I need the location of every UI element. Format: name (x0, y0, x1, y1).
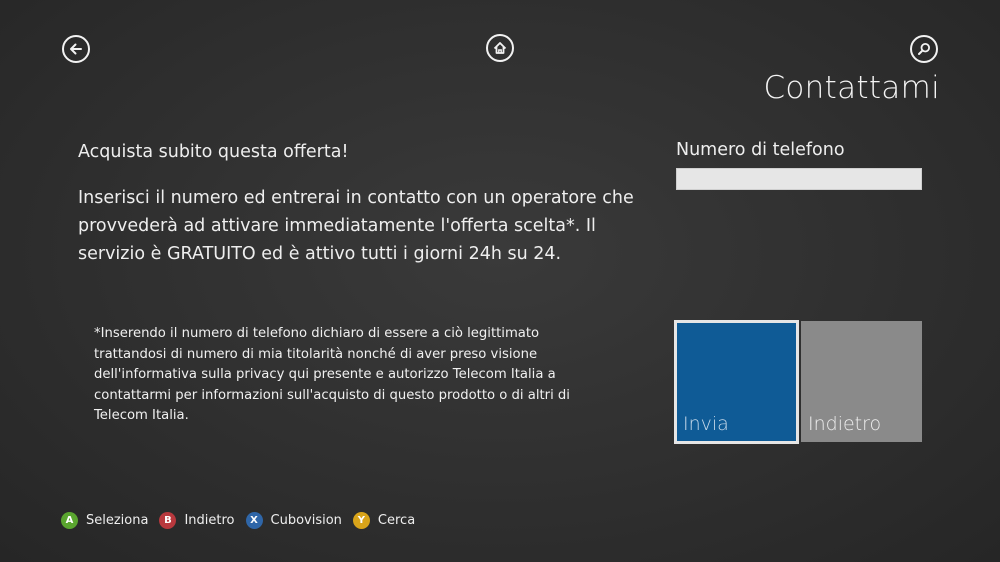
phone-number-input[interactable] (676, 168, 922, 190)
back-arrow-icon (70, 43, 82, 55)
search-icon (918, 42, 930, 55)
x-button-icon: X (245, 512, 263, 529)
privacy-disclaimer: *Inserendo il numero di telefono dichiar… (94, 326, 570, 423)
phone-number-label: Numero di telefono (676, 140, 845, 160)
legend-item-back: B Indietro (159, 512, 235, 529)
send-button-label: Invia (683, 413, 729, 435)
legend-item-search: Y Cerca (352, 512, 416, 529)
page-title: Contattami (763, 70, 940, 106)
back-button[interactable] (62, 35, 90, 63)
home-icon (493, 42, 507, 54)
controller-legend: A Seleziona B Indietro X Cubovision Y Ce… (61, 512, 426, 529)
legend-label-search: Cerca (377, 513, 416, 528)
y-button-icon: Y (352, 512, 370, 529)
legend-label-select: Seleziona (86, 513, 149, 528)
legend-item-cubovision: X Cubovision (245, 512, 342, 529)
home-button[interactable] (486, 34, 514, 62)
offer-headline: Acquista subito questa offerta! (78, 142, 349, 162)
back-tile-label: Indietro (808, 413, 882, 435)
legend-label-cubovision: Cubovision (270, 513, 342, 528)
back-tile-button[interactable]: Indietro (801, 321, 922, 442)
a-button-icon: A (61, 512, 78, 529)
b-button-icon: B (159, 512, 177, 529)
legend-label-back: Indietro (184, 513, 235, 528)
send-button[interactable]: Invia (674, 320, 799, 444)
legend-item-select: A Seleziona (61, 512, 148, 529)
offer-description: Inserisci il numero ed entrerai in conta… (78, 188, 634, 264)
search-button[interactable] (910, 35, 938, 63)
